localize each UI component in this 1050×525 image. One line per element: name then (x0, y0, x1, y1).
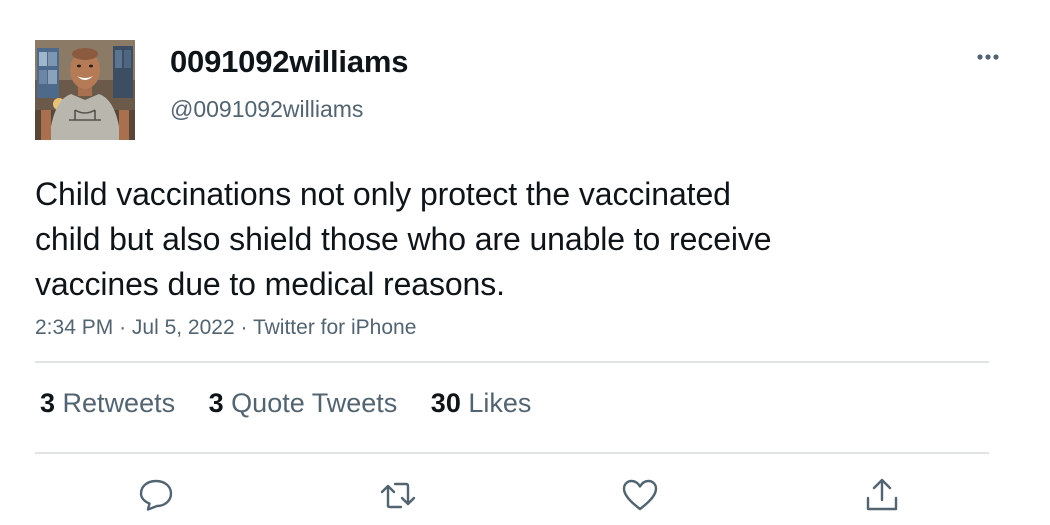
tweet-time[interactable]: 2:34 PM (35, 316, 113, 339)
tweet-text: Child vaccinations not only protect the … (35, 176, 772, 302)
display-name[interactable]: 0091092williams (170, 44, 408, 80)
retweets-stat[interactable]: 3 Retweets (40, 388, 175, 419)
retweets-count: 3 (40, 388, 56, 418)
user-handle[interactable]: @0091092williams (170, 96, 363, 123)
divider (35, 452, 989, 454)
likes-count: 30 (430, 388, 461, 418)
tweet-source[interactable]: Twitter for iPhone (253, 316, 416, 339)
quote-tweets-stat[interactable]: 3 Quote Tweets (209, 388, 398, 419)
like-button[interactable] (620, 476, 660, 514)
quote-tweets-label: Quote Tweets (231, 388, 398, 418)
divider (35, 361, 989, 363)
heart-icon (622, 479, 658, 511)
avatar[interactable] (35, 40, 135, 140)
reply-icon (139, 479, 173, 511)
retweet-icon (380, 482, 416, 509)
avatar-photo (35, 40, 135, 140)
share-icon (866, 478, 898, 511)
meta-separator: · (240, 316, 248, 339)
quote-tweets-count: 3 (208, 388, 224, 418)
retweets-label: Retweets (62, 388, 176, 418)
more-options-button[interactable] (968, 42, 1008, 72)
share-button[interactable] (862, 476, 902, 514)
likes-stat[interactable]: 30 Likes (431, 388, 532, 419)
retweet-button[interactable] (378, 476, 418, 514)
tweet-detail: 0091092williams @0091092williams Child v… (0, 0, 1050, 525)
likes-label: Likes (468, 388, 532, 418)
tweet-metadata: 2:34 PM · Jul 5, 2022 · Twitter for iPho… (35, 316, 416, 340)
meta-separator: · (119, 316, 127, 339)
tweet-date[interactable]: Jul 5, 2022 (132, 316, 235, 339)
more-options-icon (977, 54, 999, 60)
reply-button[interactable] (136, 476, 176, 514)
engagement-stats: 3 Retweets 3 Quote Tweets 30 Likes (40, 388, 557, 419)
